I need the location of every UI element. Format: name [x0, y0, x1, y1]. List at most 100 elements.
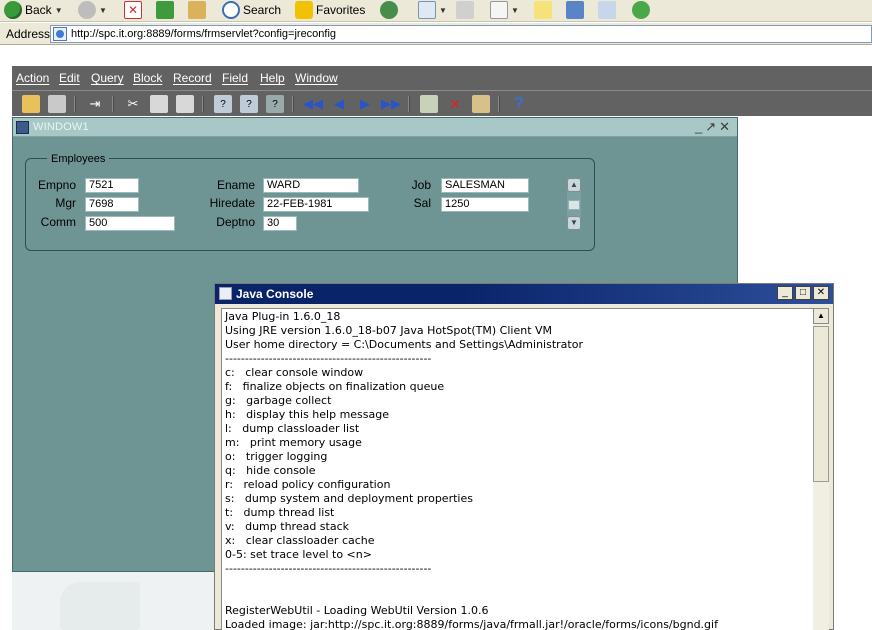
- java-console-title: Java Console: [236, 287, 314, 301]
- next-record-icon[interactable]: ▶: [356, 95, 374, 113]
- edit-button[interactable]: ▼: [490, 0, 519, 20]
- scroll-up-icon[interactable]: ▲: [813, 308, 829, 324]
- console-scrollbar[interactable]: ▲: [813, 308, 829, 630]
- forms-window-titlebar[interactable]: WINDOW1 _↗✕: [13, 118, 737, 137]
- screen: Back ▼ ▼ ✕ Search Favorites ▼ ▼ Address …: [0, 0, 872, 630]
- messenger-icon: [632, 1, 650, 19]
- address-input[interactable]: http://spc.it.org:8889/forms/frmservlet?…: [50, 25, 872, 43]
- console-line: q: hide console: [225, 464, 316, 477]
- print-icon[interactable]: [48, 95, 66, 113]
- menu-query[interactable]: Query: [91, 71, 124, 85]
- scroll-down-icon[interactable]: ▼: [567, 216, 581, 230]
- page-icon: [53, 27, 67, 41]
- menu-edit[interactable]: Edit: [59, 71, 80, 85]
- console-line: x: clear classloader cache: [225, 534, 375, 547]
- stop-icon: ✕: [124, 1, 142, 19]
- history-button[interactable]: [380, 0, 398, 20]
- notes-button[interactable]: [534, 0, 552, 20]
- maximize-button[interactable]: □: [795, 286, 811, 300]
- execute-query-icon[interactable]: ?: [240, 95, 258, 113]
- find-button[interactable]: [598, 0, 616, 20]
- console-line: t: dump thread list: [225, 506, 335, 519]
- ename-field[interactable]: WARD: [263, 178, 359, 193]
- previous-record-icon[interactable]: ◀: [330, 95, 348, 113]
- background-watermark: [60, 582, 140, 630]
- edit-dropdown-icon[interactable]: ▼: [511, 6, 519, 15]
- toolbar-separator: [112, 96, 114, 112]
- window-icon: [16, 121, 29, 134]
- refresh-icon: [156, 1, 174, 19]
- frame-title: Employees: [47, 153, 110, 165]
- forward-dropdown-icon[interactable]: ▼: [99, 6, 107, 15]
- enter-query-icon[interactable]: ?: [214, 95, 232, 113]
- menu-block[interactable]: Block: [133, 71, 162, 85]
- deptno-label: Deptno: [216, 215, 255, 229]
- job-field[interactable]: SALESMAN: [441, 178, 529, 193]
- hiredate-field[interactable]: 22-FEB-1981: [263, 197, 369, 212]
- copy-icon[interactable]: [150, 95, 168, 113]
- insert-record-icon[interactable]: [420, 95, 438, 113]
- print-icon: [456, 1, 474, 19]
- window-controls: _↗✕: [695, 119, 733, 135]
- delete-record-icon[interactable]: ✕: [446, 95, 464, 113]
- home-button[interactable]: [188, 0, 206, 20]
- console-text-area[interactable]: Java Plug-in 1.6.0_18 Using JRE version 1…: [221, 308, 815, 630]
- sal-label: Sal: [413, 196, 431, 210]
- back-button[interactable]: Back ▼: [4, 0, 63, 20]
- save-icon[interactable]: [22, 95, 40, 113]
- note-icon: [534, 1, 552, 19]
- mgr-label: Mgr: [55, 196, 76, 210]
- sal-field[interactable]: 1250: [441, 197, 529, 212]
- menu-window[interactable]: Window: [295, 71, 338, 85]
- scroll-up-icon[interactable]: ▲: [567, 178, 581, 192]
- maximize-icon[interactable]: ↗: [705, 119, 719, 134]
- cancel-query-icon[interactable]: ?: [266, 95, 284, 113]
- console-line: Using JRE version 1.6.0_18-b07 Java HotS…: [225, 324, 553, 337]
- scroll-thumb[interactable]: [813, 326, 829, 482]
- toolbar-separator: [292, 96, 294, 112]
- research-button[interactable]: [566, 0, 584, 20]
- exit-icon[interactable]: ⇥: [86, 95, 104, 113]
- mgr-field[interactable]: 7698: [85, 197, 139, 212]
- scroll-thumb[interactable]: [568, 200, 580, 210]
- console-line: o: trigger logging: [225, 450, 328, 463]
- magnifier-icon: [598, 1, 616, 19]
- close-button[interactable]: ✕: [813, 286, 829, 300]
- home-icon: [188, 1, 206, 19]
- minimize-button[interactable]: _: [777, 286, 793, 300]
- mail-button[interactable]: ▼: [418, 0, 447, 20]
- refresh-button[interactable]: [156, 0, 174, 20]
- deptno-field[interactable]: 30: [263, 216, 297, 231]
- forward-arrow-icon: [78, 1, 96, 19]
- messenger-button[interactable]: [632, 0, 650, 20]
- console-line: c: clear console window: [225, 366, 364, 379]
- comm-field[interactable]: 500: [85, 216, 175, 231]
- close-icon[interactable]: ✕: [719, 119, 733, 134]
- menu-field[interactable]: Field: [222, 71, 248, 85]
- paste-icon[interactable]: [176, 95, 194, 113]
- forward-button[interactable]: ▼: [78, 0, 107, 20]
- back-dropdown-icon[interactable]: ▼: [55, 6, 63, 15]
- empno-field[interactable]: 7521: [85, 178, 139, 193]
- menu-action[interactable]: Action: [16, 71, 49, 85]
- help-icon[interactable]: ?: [510, 95, 528, 113]
- browser-toolbar: Back ▼ ▼ ✕ Search Favorites ▼ ▼: [0, 0, 872, 22]
- console-line: RegisterWebUtil - Loading WebUtil Versio…: [225, 604, 489, 617]
- job-label: Job: [411, 178, 431, 192]
- previous-block-icon[interactable]: ◀◀: [303, 95, 323, 113]
- next-block-icon[interactable]: ▶▶: [381, 95, 401, 113]
- menu-record[interactable]: Record: [173, 71, 212, 85]
- java-console-titlebar[interactable]: Java Console _ □ ✕: [215, 284, 833, 304]
- stop-button[interactable]: ✕: [124, 0, 142, 20]
- minimize-icon[interactable]: _: [695, 119, 705, 134]
- lock-record-icon[interactable]: [472, 95, 490, 113]
- menu-help[interactable]: Help: [260, 71, 285, 85]
- console-line: g: garbage collect: [225, 394, 332, 407]
- mail-dropdown-icon[interactable]: ▼: [439, 6, 447, 15]
- cut-icon[interactable]: ✂: [124, 95, 142, 113]
- print-button[interactable]: [456, 0, 474, 20]
- record-scrollbar[interactable]: ▲ ▼: [567, 178, 581, 230]
- favorites-button[interactable]: Favorites: [295, 0, 365, 20]
- search-button[interactable]: Search: [222, 0, 281, 20]
